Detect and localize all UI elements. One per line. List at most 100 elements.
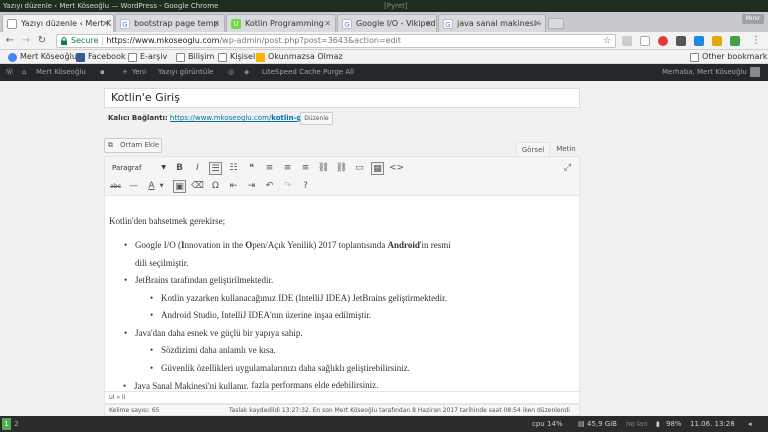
bookmark-bilisim[interactable]: Bilişim	[176, 51, 214, 63]
wp-new[interactable]: Yeni	[132, 64, 146, 81]
wp-site-name[interactable]: Mert Köseoğlu	[36, 64, 86, 81]
menu-icon[interactable]: ⋮	[750, 35, 762, 47]
wp-cache-purge[interactable]: LiteSpeed Cache Purge All	[262, 64, 354, 81]
help-icon[interactable]: ?	[299, 180, 312, 193]
add-media-label: Ortam Ekle	[120, 141, 160, 149]
bookmark-label: Mert Köseoğlu	[20, 52, 77, 61]
special-character-icon[interactable]: Ω	[209, 180, 222, 193]
avatar[interactable]	[750, 67, 760, 77]
edit-permalink-button[interactable]: Düzenle	[300, 112, 333, 125]
tab-text[interactable]: Metin	[552, 142, 580, 156]
toolbar-toggle-icon[interactable]: ▦	[371, 162, 384, 175]
numbered-list-icon[interactable]: ☷	[227, 162, 240, 175]
tab-kotlin[interactable]: U Kotlin Programming ✕	[226, 14, 336, 32]
tab-java[interactable]: G java sanal makinesi - ✕	[438, 14, 546, 32]
strikethrough-icon[interactable]: abc	[109, 180, 122, 193]
volume-icon[interactable]: ◂	[748, 416, 752, 432]
bookmark-mert-koseoglu[interactable]: Mert Köseoğlu	[8, 51, 77, 63]
list-item: Android Studio, IntelliJ IDEA'nın üzerin…	[150, 310, 371, 320]
clear-formatting-icon[interactable]: ⌫	[191, 180, 204, 193]
unlink-icon[interactable]: ⛓	[335, 162, 348, 175]
close-icon[interactable]: ✕	[534, 15, 541, 32]
bookmark-kisisel[interactable]: Kişisel	[218, 51, 255, 63]
outdent-icon[interactable]: ⇤	[227, 180, 240, 193]
opera-icon[interactable]	[658, 36, 668, 46]
add-media-button[interactable]: ⧉ Ortam Ekle	[104, 138, 162, 153]
media-icon: ⧉	[108, 141, 113, 149]
read-more-icon[interactable]: ▭	[353, 162, 366, 175]
tab-bootstrap[interactable]: G bootstrap page temp ✕	[115, 14, 225, 32]
paste-text-icon[interactable]: ▣	[173, 180, 186, 193]
wp-greeting[interactable]: Merhaba, Mert Köseoğlu	[662, 64, 747, 81]
project-label: [Pyret]	[384, 2, 408, 10]
bullet-list-icon[interactable]: ☰	[209, 162, 222, 175]
code-icon[interactable]: <>	[389, 162, 404, 175]
element-path: ul » li	[104, 392, 580, 404]
list-item: JetBrains tarafından geliştirilmektedir.	[124, 275, 273, 285]
comments-icon[interactable]: ▪	[100, 64, 105, 81]
wordpress-icon[interactable]: Ⓦ	[6, 64, 13, 81]
align-center-icon[interactable]: ≡	[281, 162, 294, 175]
word-count: Kelime sayısı: 65	[109, 407, 160, 414]
extension-icon[interactable]	[640, 36, 650, 46]
close-icon[interactable]: ✕	[213, 15, 220, 32]
undo-icon[interactable]: ↶	[263, 180, 276, 193]
tab-google-io[interactable]: G Google I/O - Vikipedi ✕	[337, 14, 437, 32]
align-left-icon[interactable]: ≡	[263, 162, 276, 175]
close-icon[interactable]: ✕	[425, 15, 432, 32]
italic-icon[interactable]: I	[191, 162, 204, 175]
extension-icon[interactable]	[676, 36, 686, 46]
horizontal-line-icon[interactable]: —	[127, 180, 140, 193]
bookmark-okunmazsa-olmaz[interactable]: Okunmazsa Olmaz	[256, 51, 356, 63]
permalink-link[interactable]: https://www.mkoseoglu.com/kotlin-giris/	[170, 114, 316, 122]
upwork-icon: U	[231, 19, 241, 29]
close-icon[interactable]: ✕	[324, 15, 331, 32]
list-item-continued: dili seçilmiştir.	[135, 258, 189, 268]
tab-strip: Yazıyı düzenle ‹ Mert K ✕ G bootstrap pa…	[0, 12, 768, 32]
extension-icon[interactable]	[694, 36, 704, 46]
window-control-button[interactable]: Mınır	[742, 14, 764, 24]
workspace-2[interactable]: 2	[12, 418, 21, 430]
wp-shield-icon[interactable]: ◈	[244, 64, 249, 81]
extension-icon[interactable]	[622, 36, 632, 46]
bookmark-icon	[8, 53, 17, 62]
format-select[interactable]: Paragraf ▼	[110, 162, 168, 174]
forward-icon[interactable]: →	[20, 35, 32, 47]
close-icon[interactable]: ✕	[102, 15, 109, 32]
redo-icon[interactable]: ↷	[281, 180, 294, 193]
workspace-1[interactable]: 1	[2, 418, 11, 430]
bookmark-earsiv[interactable]: E-arşiv	[128, 51, 167, 63]
reload-icon[interactable]: ↻	[36, 35, 48, 47]
other-bookmarks[interactable]: Other bookmarks	[690, 51, 768, 63]
url-input[interactable]: Secure | https://www.mkoseoglu.com/wp-ad…	[56, 34, 616, 48]
star-icon[interactable]: ☆	[601, 35, 613, 47]
link-icon[interactable]: ⛓	[317, 162, 330, 175]
extension-icon[interactable]	[730, 36, 740, 46]
back-icon[interactable]: ←	[4, 35, 16, 47]
post-title-input[interactable]: Kotlin'e Giriş	[104, 88, 580, 108]
text: Google I/O (	[135, 240, 181, 250]
blockquote-icon[interactable]: ❝	[245, 162, 258, 175]
battery-icon: ▮	[656, 420, 660, 428]
google-icon: G	[443, 19, 453, 29]
align-right-icon[interactable]: ≡	[299, 162, 312, 175]
fullscreen-icon[interactable]: ⤢	[561, 162, 574, 175]
tab-label: java sanal makinesi -	[457, 19, 542, 28]
wp-extra-icon[interactable]: ◎	[228, 64, 234, 81]
plus-icon[interactable]: +	[122, 64, 128, 81]
new-tab-button[interactable]	[548, 18, 564, 29]
bookmark-label: Bilişim	[188, 52, 215, 61]
bold-icon[interactable]: B	[173, 162, 186, 175]
extension-icon[interactable]	[712, 36, 722, 46]
home-icon[interactable]: ⌂	[22, 64, 26, 81]
text: pen/Açık Yenilik) 2017 toplantısında	[252, 240, 388, 250]
editor-content[interactable]: Kotlin'den bahsetmek gerekirse; Google I…	[104, 196, 580, 392]
wp-view-post[interactable]: Yazıyı görüntüle	[158, 64, 213, 81]
tab-visual[interactable]: Görsel	[516, 142, 550, 156]
indent-icon[interactable]: ⇥	[245, 180, 258, 193]
bookmarks-bar: Mert Köseoğlu Facebook E-arşiv Bilişim K…	[0, 50, 768, 64]
bookmark-facebook[interactable]: Facebook	[76, 51, 126, 63]
permalink-base: https://www.mkoseoglu.com/	[169, 114, 272, 122]
chevron-down-icon[interactable]: ▼	[155, 180, 168, 193]
tab-wp-edit[interactable]: Yazıyı düzenle ‹ Mert K ✕	[2, 14, 114, 32]
